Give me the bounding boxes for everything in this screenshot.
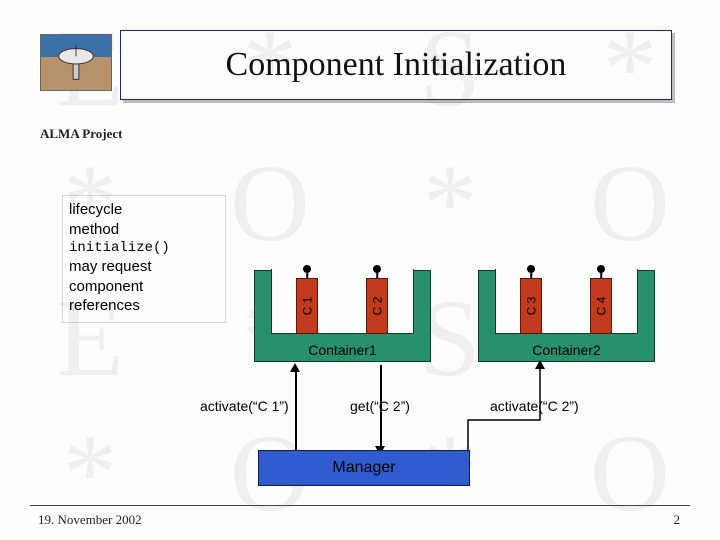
page-title: Component Initialization	[226, 46, 567, 84]
component-c3: C 3	[520, 278, 542, 334]
note-line: may request	[69, 257, 219, 277]
footer-page-number: 2	[674, 512, 681, 528]
note-line: references	[69, 296, 219, 316]
project-label: ALMA Project	[40, 126, 122, 142]
arrow-get-c2	[380, 365, 382, 448]
arrow-activate-c2	[460, 360, 580, 460]
note-line: component	[69, 277, 219, 297]
note-line: lifecycle	[69, 200, 219, 220]
project-logo	[40, 34, 112, 91]
container-1: Container1	[254, 270, 431, 362]
manager-box: Manager	[258, 450, 470, 486]
component-label: C 4	[594, 297, 608, 316]
title-box: Component Initialization	[120, 30, 672, 100]
arrow-activate-c1	[295, 370, 297, 450]
component-c1: C 1	[296, 278, 318, 334]
component-label: C 1	[300, 297, 314, 316]
container-2: Container2	[478, 270, 655, 362]
radio-telescope-icon	[52, 39, 100, 87]
lifecycle-annotation: lifecycle method initialize() may reques…	[62, 195, 226, 323]
arrow-head-icon	[290, 363, 300, 372]
component-label: C 2	[370, 297, 384, 316]
footer-date: 19. November 2002	[38, 512, 142, 528]
component-c2: C 2	[366, 278, 388, 334]
arrow-label-activate-c1: activate(“C 1”)	[200, 398, 289, 414]
component-c4: C 4	[590, 278, 612, 334]
container-label: Container1	[255, 342, 430, 358]
note-code: initialize()	[69, 239, 219, 257]
manager-label: Manager	[332, 459, 395, 477]
footer-divider	[30, 505, 690, 506]
component-label: C 3	[524, 297, 538, 316]
container-label: Container2	[479, 342, 654, 358]
note-line: method	[69, 220, 219, 240]
